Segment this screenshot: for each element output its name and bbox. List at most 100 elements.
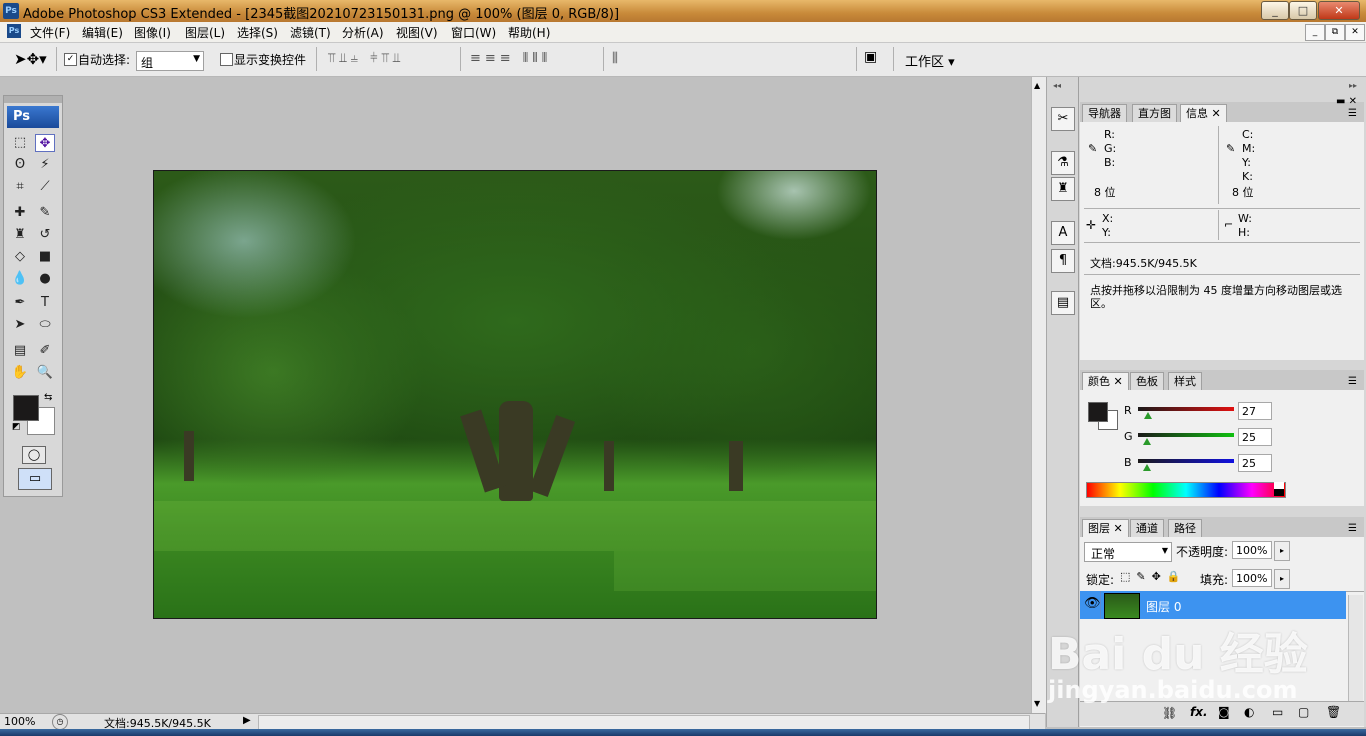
- horizontal-scrollbar[interactable]: [258, 715, 1030, 730]
- close-icon[interactable]: ✕: [1114, 522, 1123, 535]
- menu-view[interactable]: 视图(V): [396, 24, 438, 41]
- menu-file[interactable]: 文件(F): [30, 24, 70, 41]
- panel-menu-icon[interactable]: ☰: [1348, 376, 1357, 387]
- swap-colors-icon[interactable]: ⇆: [44, 392, 52, 403]
- minimize-button[interactable]: _: [1261, 1, 1289, 20]
- auto-select-checkbox[interactable]: ✓: [64, 53, 77, 66]
- lock-icons[interactable]: ⬚✎✥🔒: [1120, 570, 1187, 583]
- channel-value-b[interactable]: 25: [1238, 454, 1272, 472]
- channel-slider-r[interactable]: [1138, 407, 1234, 411]
- magic-wand-icon[interactable]: ⚡: [35, 156, 55, 174]
- tab-layers[interactable]: 图层 ✕: [1082, 519, 1129, 537]
- close-icon[interactable]: ✕: [1212, 107, 1221, 120]
- brushes-icon[interactable]: ⚗: [1051, 151, 1075, 175]
- channel-slider-b[interactable]: [1138, 459, 1234, 463]
- move-tool-preset-icon[interactable]: ➤✥▾: [14, 50, 47, 68]
- type-icon[interactable]: T: [35, 294, 55, 312]
- bridge-icon[interactable]: ▣: [864, 49, 886, 69]
- panel-menu-icon[interactable]: ☰: [1348, 108, 1357, 119]
- eyedropper-icon[interactable]: ✐: [35, 342, 55, 360]
- crop-icon[interactable]: ⌗: [10, 178, 30, 196]
- history-brush-icon[interactable]: ↺: [35, 226, 55, 244]
- quick-mask-icon[interactable]: ◯: [22, 446, 46, 464]
- opacity-input[interactable]: 100%: [1232, 541, 1272, 559]
- channel-value-r[interactable]: 27: [1238, 402, 1272, 420]
- panel-minimize-icon[interactable]: ▬ ✕: [1336, 96, 1357, 107]
- screen-mode-icon[interactable]: ▭: [18, 468, 52, 490]
- new-layer-icon[interactable]: ▢: [1298, 705, 1309, 719]
- zoom-icon[interactable]: 🔍: [35, 364, 55, 382]
- tab-color[interactable]: 颜色 ✕: [1082, 372, 1129, 390]
- channel-value-g[interactable]: 25: [1238, 428, 1272, 446]
- tools-icon[interactable]: ✂: [1051, 107, 1075, 131]
- expand-icon[interactable]: ▸▸: [1349, 81, 1357, 90]
- color-spectrum-bar[interactable]: [1086, 482, 1286, 498]
- brush-icon[interactable]: ✎: [35, 204, 55, 222]
- tab-navigator[interactable]: 导航器: [1082, 104, 1127, 122]
- collapse-icon[interactable]: ◂◂: [1053, 81, 1061, 90]
- align-buttons[interactable]: ⫪⫫⫨ ⫩⫪⫫: [328, 51, 404, 66]
- trash-icon[interactable]: 🗑: [1326, 705, 1341, 719]
- channel-slider-thumb[interactable]: [1144, 412, 1153, 419]
- tab-swatches[interactable]: 色板: [1130, 372, 1164, 390]
- character-icon[interactable]: A: [1051, 221, 1075, 245]
- blur-icon[interactable]: 💧: [10, 270, 30, 288]
- show-transform-checkbox[interactable]: [220, 53, 233, 66]
- scroll-down-icon[interactable]: ▼: [1034, 699, 1040, 708]
- gradient-icon[interactable]: ■: [35, 248, 55, 266]
- healing-brush-icon[interactable]: ✚: [10, 204, 30, 222]
- zoom-level[interactable]: 100%: [4, 715, 35, 728]
- doc-close-button[interactable]: ✕: [1345, 24, 1365, 41]
- auto-select-dropdown[interactable]: 组 ▼: [136, 51, 204, 71]
- menu-layer[interactable]: 图层(L): [185, 24, 225, 41]
- doc-restore-button[interactable]: ⧉: [1325, 24, 1345, 41]
- menu-select[interactable]: 选择(S): [237, 24, 278, 41]
- fill-input[interactable]: 100%: [1232, 569, 1272, 587]
- auto-align-icon[interactable]: ⫼: [612, 51, 618, 66]
- adjustment-icon[interactable]: ◐: [1244, 705, 1254, 719]
- foreground-color-swatch-top[interactable]: [13, 395, 39, 421]
- distribute-buttons[interactable]: ≡≡≡ ⫴⫴⫴: [470, 51, 551, 66]
- layer-comps-icon[interactable]: ▤: [1051, 291, 1075, 315]
- workspace-menu[interactable]: 工作区 ▾: [905, 51, 955, 70]
- tab-histogram[interactable]: 直方图: [1132, 104, 1177, 122]
- hand-icon[interactable]: ✋: [10, 364, 30, 382]
- pen-icon[interactable]: ✒: [10, 294, 30, 312]
- layers-scrollbar[interactable]: [1348, 595, 1363, 705]
- tab-channels[interactable]: 通道: [1130, 519, 1164, 537]
- status-arrow-icon[interactable]: ▶: [243, 715, 251, 726]
- menu-window[interactable]: 窗口(W): [451, 24, 496, 41]
- black-white-swatch[interactable]: [1274, 482, 1284, 496]
- path-selection-icon[interactable]: ➤: [10, 316, 30, 334]
- tab-info[interactable]: 信息 ✕: [1180, 104, 1227, 122]
- blend-mode-dropdown[interactable]: 正常 ▼: [1084, 542, 1172, 562]
- menu-edit[interactable]: 编辑(E): [82, 24, 123, 41]
- eye-icon[interactable]: 👁: [1084, 596, 1101, 611]
- channel-slider-g[interactable]: [1138, 433, 1234, 437]
- close-button[interactable]: ✕: [1318, 1, 1360, 20]
- default-colors-icon[interactable]: ◩: [12, 422, 21, 432]
- slice-icon[interactable]: ⟋: [35, 178, 55, 196]
- status-menu-icon[interactable]: ◷: [52, 714, 68, 730]
- layer-row[interactable]: 👁 图层 0: [1080, 591, 1346, 619]
- toolbox-grip[interactable]: [4, 96, 62, 103]
- channel-slider-thumb[interactable]: [1143, 438, 1152, 445]
- menu-analysis[interactable]: 分析(A): [342, 24, 384, 41]
- lasso-icon[interactable]: ʘ: [10, 156, 30, 174]
- channel-slider-thumb[interactable]: [1143, 464, 1152, 471]
- ellipse-icon[interactable]: ⬭: [35, 316, 55, 334]
- vertical-scrollbar[interactable]: ▲ ▼: [1031, 77, 1046, 713]
- doc-minimize-button[interactable]: _: [1305, 24, 1325, 41]
- tab-paths[interactable]: 路径: [1168, 519, 1202, 537]
- fx-icon[interactable]: fx.: [1190, 705, 1208, 719]
- mask-icon[interactable]: ◙: [1218, 705, 1230, 719]
- tab-styles[interactable]: 样式: [1168, 372, 1202, 390]
- move-icon[interactable]: ✥: [35, 134, 55, 152]
- close-icon[interactable]: ✕: [1114, 375, 1123, 388]
- document-image[interactable]: [153, 170, 877, 619]
- clone-source-icon[interactable]: ♜: [1051, 177, 1075, 201]
- rectangular-marquee-icon[interactable]: ⬚: [10, 134, 30, 152]
- notes-icon[interactable]: ▤: [10, 342, 30, 360]
- menu-help[interactable]: 帮助(H): [508, 24, 550, 41]
- scroll-up-icon[interactable]: ▲: [1034, 81, 1040, 90]
